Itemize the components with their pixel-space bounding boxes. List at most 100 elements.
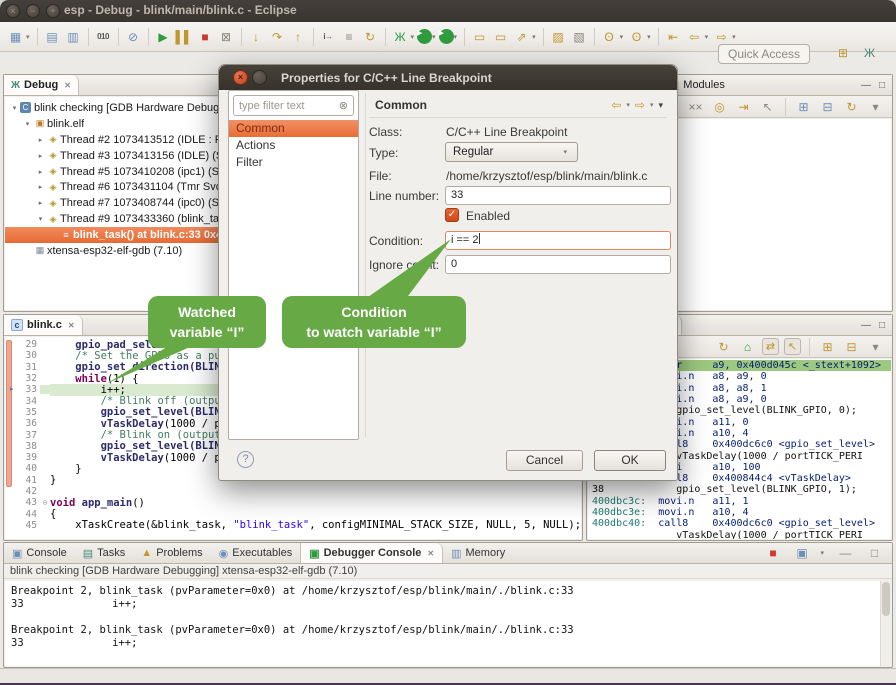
dialog-nav-common[interactable]: Common [229,120,358,137]
show-frames-icon[interactable]: ≡ [340,27,359,47]
pointer-icon[interactable]: ↖ [758,97,777,117]
new-view-icon[interactable]: ⊞ [818,337,837,357]
import-icon[interactable]: ⇥ [734,97,753,117]
open-folder-icon[interactable]: ▭ [470,27,489,47]
track-pc-icon[interactable]: ↖ [784,338,801,355]
maximize-button[interactable]: □ [879,80,885,91]
dialog-close-button[interactable]: × [233,70,248,85]
view-menu-icon[interactable]: ▾ [866,97,885,117]
ignore-count-input[interactable]: 0 [445,255,671,274]
terminate-icon[interactable]: ■ [196,27,215,47]
tab-problems[interactable]: ▲Problems [133,543,210,563]
view-menu-icon[interactable]: ▾ [866,337,885,357]
breakpoint-marker-icon[interactable]: ➤ [5,385,18,394]
disconnect-icon[interactable]: ⊠ [217,27,236,47]
save-icon[interactable]: ▤ [43,27,62,47]
expand-icon[interactable]: ⊞ [794,97,813,117]
team-icon[interactable]: ▧ [570,27,589,47]
open-resource-icon[interactable]: ▭ [491,27,510,47]
ok-button[interactable]: OK [594,450,666,471]
tab-console[interactable]: ▣Console [4,543,75,563]
restart-icon[interactable]: ↻ [361,27,380,47]
debug-tree-item-launch-config[interactable]: ▾Cblink checking [GDB Hardware Debug [5,100,226,116]
close-icon[interactable]: ✕ [427,549,434,558]
tab-debug[interactable]: Ж Debug ✕ [4,75,79,95]
debug-tree-item-debug-target[interactable]: ▾▣blink.elf [5,116,226,132]
debug-perspective-icon[interactable]: Ж [864,46,875,60]
tree-expand-icon[interactable] [22,247,33,254]
dropdown-caret-icon[interactable]: ▾ [532,33,536,41]
minimize-button[interactable]: — [861,320,871,331]
settings-icon[interactable]: ◎ [710,97,729,117]
cancel-button[interactable]: Cancel [506,450,583,471]
dropdown-caret-icon[interactable]: ▾ [647,33,651,41]
save-all-icon[interactable]: ▥ [64,27,83,47]
dropdown-caret-icon[interactable]: ▾ [454,33,458,41]
tab-executables[interactable]: ◉Executables [211,543,301,563]
window-minimize-button[interactable]: − [26,4,40,18]
tree-expand-icon[interactable] [48,232,59,239]
new-wizard-icon[interactable]: ▦ [6,27,25,47]
brush-icon[interactable]: ▨ [549,27,568,47]
terminate-console-icon[interactable]: ■ [763,543,782,563]
debug-tree-item-stack-frame[interactable]: ≡blink_task() at blink.c:33 0x400db [5,227,226,243]
window-maximize-button[interactable]: + [46,4,60,18]
tree-expand-icon[interactable]: ▸ [35,136,46,144]
line-number-input[interactable]: 33 [445,186,671,205]
tree-expand-icon[interactable]: ▾ [35,215,46,223]
quick-access-button[interactable]: Quick Access [718,44,810,64]
tree-expand-icon[interactable]: ▸ [35,199,46,207]
clone-view-icon[interactable]: ⊟ [842,337,861,357]
external-tools-icon[interactable]: ▶ [439,29,454,44]
enabled-checkbox[interactable]: ✓ [445,208,459,222]
debug-tree-item-thread[interactable]: ▸◈Thread #2 1073413512 (IDLE : Runn [5,132,226,148]
clear-filter-icon[interactable]: ⊗ [339,99,348,112]
dropdown-caret-icon[interactable]: ▾ [820,549,824,557]
remove-all-icon[interactable]: ×× [686,97,705,117]
display-selected-console-icon[interactable]: ▣ [792,543,811,563]
dialog-nav-filter[interactable]: Filter [229,154,358,171]
tree-expand-icon[interactable]: ▸ [35,183,46,191]
dialog-minimize-button[interactable] [252,70,267,85]
tab-tasks[interactable]: ▤Tasks [75,543,134,563]
open-perspective-icon[interactable]: ⊞ [838,46,848,60]
skip-all-breakpoints-icon[interactable]: ⊘ [124,27,143,47]
home-icon[interactable]: ⌂ [738,337,757,357]
type-select[interactable]: Regular ▾ [445,142,578,162]
fold-marker-icon[interactable]: ⊖ [40,498,50,507]
collapse-icon[interactable]: ⊟ [818,97,837,117]
sync-icon[interactable]: ⇄ [762,338,779,355]
back-icon[interactable]: ⇦ [611,98,621,112]
dropdown-caret-icon[interactable]: ▾ [432,33,436,41]
tree-expand-icon[interactable]: ▸ [35,152,46,160]
maximize-button[interactable]: □ [879,320,885,331]
tab-debugger-console[interactable]: ▣Debugger Console✕ [300,543,443,563]
debug-tree-item-thread[interactable]: ▸◈Thread #3 1073413156 (IDLE) (Susp [5,148,226,164]
window-close-button[interactable]: × [6,4,20,18]
debug-icon[interactable]: Ж [391,27,410,47]
dropdown-caret-icon[interactable]: ▾ [732,33,736,41]
last-edit-location-icon[interactable]: ⇤ [664,27,683,47]
tree-expand-icon[interactable]: ▾ [9,104,20,112]
refresh-icon[interactable]: ↻ [714,337,733,357]
dropdown-caret-icon[interactable]: ▾ [26,33,30,41]
binary-icon[interactable]: 010 [94,27,113,47]
debug-tree-item-thread[interactable]: ▸◈Thread #6 1073431104 (Tmr Svc) (S [5,179,226,195]
pin-icon[interactable]: ⇗ [512,27,531,47]
debug-tree-item-thread[interactable]: ▾◈Thread #9 1073433360 (blink_task [5,211,226,227]
console-scrollbar[interactable] [880,581,891,666]
step-over-icon[interactable]: ↷ [268,27,287,47]
minimize-icon[interactable]: — [836,543,855,563]
suspend-icon[interactable]: ▌▌ [175,27,194,47]
run-icon[interactable]: ▶ [417,29,432,44]
debug-tree-item-gdb-process[interactable]: ▦xtensa-esp32-elf-gdb (7.10) [5,243,226,259]
dropdown-caret-icon[interactable]: ▾ [411,33,415,41]
toggle-mark-occurrences-icon[interactable]: ʘ [600,27,619,47]
maximize-icon[interactable]: □ [865,543,884,563]
resume-icon[interactable]: ▶ [154,27,173,47]
condition-input[interactable]: i == 2 [445,231,671,250]
dialog-nav-actions[interactable]: Actions [229,137,358,154]
tree-expand-icon[interactable]: ▾ [22,120,33,128]
minimize-button[interactable]: — [861,80,871,91]
close-icon[interactable]: ✕ [68,321,75,330]
